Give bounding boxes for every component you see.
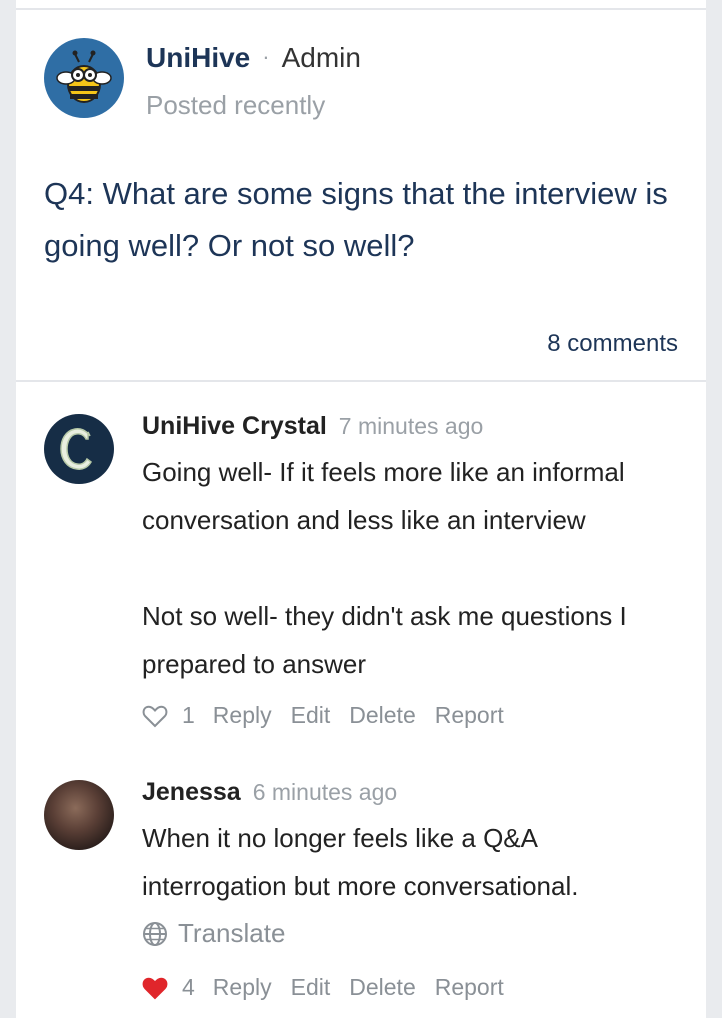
commenter-name[interactable]: Jenessa [142, 778, 241, 806]
comment-paragraph: Not so well- they didn't ask me question… [142, 601, 627, 679]
author-row: UniHive · Admin [146, 42, 361, 74]
comment-actions: 1 Reply Edit Delete Report [142, 702, 523, 729]
comment-body: Going well- If it feels more like an inf… [142, 448, 682, 688]
edit-button[interactable]: Edit [291, 702, 331, 729]
comment-header: UniHive Crystal 7 minutes ago [142, 412, 483, 441]
comment-body: When it no longer feels like a Q&A inter… [142, 814, 682, 910]
posted-time: Posted recently [146, 90, 326, 120]
report-button[interactable]: Report [435, 702, 504, 729]
author-name[interactable]: UniHive [146, 42, 250, 73]
report-button[interactable]: Report [435, 974, 504, 1001]
commenter-avatar[interactable] [44, 414, 114, 484]
heart-filled-icon[interactable] [142, 976, 168, 1000]
like-count: 1 [182, 702, 195, 728]
reply-button[interactable]: Reply [213, 702, 272, 729]
author-role: Admin [281, 42, 361, 73]
comment-count[interactable]: 8 comments [547, 330, 678, 358]
translate-label: Translate [178, 918, 286, 948]
reply-button[interactable]: Reply [213, 974, 272, 1001]
comment-paragraph: Going well- If it feels more like an inf… [142, 457, 625, 535]
post-card: UniHive · Admin Posted recently Q4: What a… [16, 0, 706, 1018]
author-avatar[interactable] [44, 38, 124, 118]
commenter-avatar[interactable] [44, 780, 114, 850]
comment-time: 6 minutes ago [252, 779, 398, 805]
like-count: 4 [182, 974, 195, 1000]
delete-button[interactable]: Delete [349, 974, 415, 1001]
delete-button[interactable]: Delete [349, 702, 415, 729]
comment-time: 7 minutes ago [338, 413, 484, 439]
globe-icon [143, 921, 167, 946]
separator-dot: · [262, 44, 270, 69]
heart-outline-icon[interactable] [142, 704, 168, 728]
comment-header: Jenessa 6 minutes ago [142, 778, 397, 807]
bee-icon [56, 50, 112, 103]
letter-c-logo-icon [60, 428, 92, 470]
divider [16, 380, 706, 382]
translate-button[interactable]: Translate [142, 918, 285, 949]
commenter-name[interactable]: UniHive Crystal [142, 412, 327, 440]
comment-paragraph: When it no longer feels like a Q&A inter… [142, 823, 579, 901]
post-question: Q4: What are some signs that the intervi… [44, 176, 668, 263]
comment-actions: 4 Reply Edit Delete Report [142, 974, 523, 1001]
divider [16, 8, 706, 10]
edit-button[interactable]: Edit [291, 974, 331, 1001]
